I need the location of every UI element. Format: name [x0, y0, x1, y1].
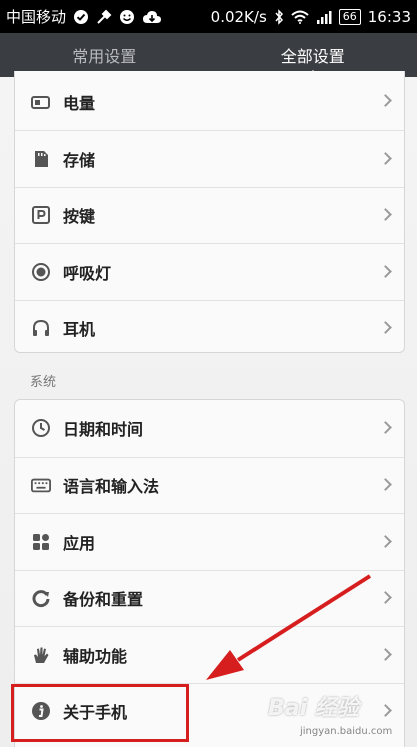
baidu-watermark: Bai 经验: [268, 696, 359, 721]
baidu-watermark-url: jingyan.baidu.com: [300, 726, 393, 737]
annotation-arrow: [206, 574, 372, 680]
